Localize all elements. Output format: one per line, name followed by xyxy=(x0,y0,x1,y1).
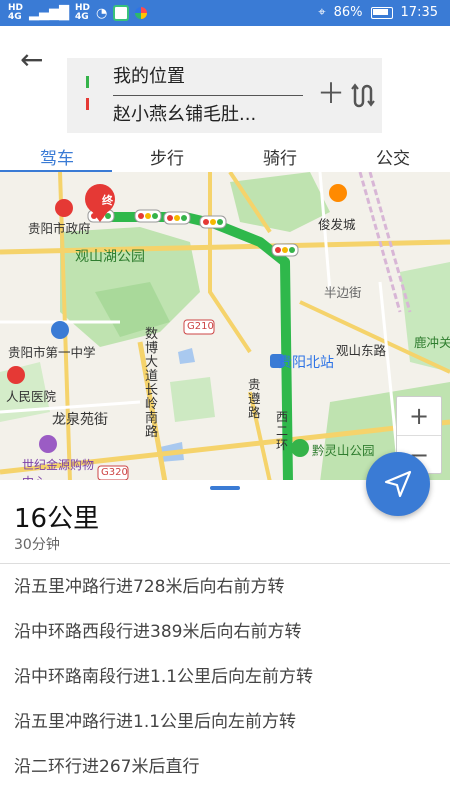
end-dot-icon xyxy=(86,98,89,110)
status-bar: HD 4G ▂▄▆█ HD 4G ◔ ⌖ 86% 17:35 xyxy=(0,0,450,26)
location-icon: ⌖ xyxy=(318,5,326,20)
tab-bike[interactable]: 骑行 xyxy=(245,144,315,169)
signal-group-1: HD 4G xyxy=(8,4,23,22)
map-label-guizun: 贵遵路 xyxy=(248,377,261,420)
route-dots xyxy=(86,76,90,116)
signal-group-2: HD 4G xyxy=(75,4,90,22)
map-label-hospital: 人民医院 xyxy=(6,389,57,404)
map-label-banbian: 半边街 xyxy=(324,285,362,300)
map-label-govt: 贵阳市政府 xyxy=(28,221,91,236)
map-label-luchongguan: 鹿冲关 xyxy=(414,335,450,350)
map-label-mall: 世纪金源购物中心 xyxy=(22,458,95,482)
app-icon-2 xyxy=(135,7,148,19)
navigation-arrow-icon xyxy=(384,470,412,498)
start-navigation-button[interactable] xyxy=(366,452,430,516)
traffic-light-icon xyxy=(163,211,191,225)
poi-government-icon xyxy=(55,199,73,217)
start-dot-icon xyxy=(86,76,89,88)
traffic-light-icon xyxy=(199,215,227,229)
back-button[interactable]: ← xyxy=(20,46,52,78)
route-duration: 30分钟 xyxy=(14,537,60,553)
route-summary-sheet: 16公里 30分钟 沿五里冲路行进728米后向右前方转 沿中环路西段行进389米… xyxy=(0,480,450,800)
map-label-longquan: 龙泉苑街 xyxy=(52,412,108,428)
battery-percent: 86% xyxy=(333,5,363,20)
map-label-end: 终 xyxy=(102,194,113,207)
route-header: ← 我的位置 赵小燕幺铺毛肚... ＋ xyxy=(0,26,450,142)
poi-hospital-icon xyxy=(7,366,25,384)
map-label-guanshan-east: 观山东路 xyxy=(336,343,387,358)
poi-school-icon xyxy=(51,321,69,339)
route-distance: 16公里 xyxy=(14,504,100,534)
traffic-light-icon xyxy=(134,209,162,223)
arrow-left-icon: ← xyxy=(20,43,44,76)
map-label-school: 贵阳市第一中学 xyxy=(8,345,96,360)
route-step[interactable]: 沿中环路南段行进1.1公里后向左前方转 xyxy=(14,662,434,707)
poi-park-icon xyxy=(291,439,309,457)
battery-icon xyxy=(370,6,393,19)
time: 17:35 xyxy=(400,5,438,20)
route-steps-list: 沿五里冲路行进728米后向右前方转 沿中环路西段行进389米后向右前方转 沿中环… xyxy=(14,572,434,797)
route-step[interactable]: 沿五里冲路行进728米后向右前方转 xyxy=(14,572,434,617)
map-label-west-ring: 西二环 xyxy=(276,410,289,452)
swap-route-button[interactable] xyxy=(349,80,375,110)
map-label-guanshanhu: 观山湖公园 xyxy=(75,249,145,265)
map-label-shubo: 数博大道长岭南路 xyxy=(145,327,159,440)
route-step[interactable]: 沿五里冲路行进1.1公里后向左前方转 xyxy=(14,707,434,752)
map-label-junfa: 俊发城 xyxy=(318,217,356,232)
poi-residential-icon xyxy=(329,184,347,202)
plus-icon: ＋ xyxy=(317,77,346,110)
field-divider xyxy=(113,95,303,96)
destination-field[interactable]: 赵小燕幺铺毛肚... xyxy=(113,100,256,126)
status-left: HD 4G ▂▄▆█ HD 4G ◔ xyxy=(8,4,148,22)
signal-icon: ▂▄▆█ xyxy=(29,5,70,21)
route-step[interactable]: 沿二环行进267米后直行 xyxy=(14,752,434,797)
route-input-box: 我的位置 赵小燕幺铺毛肚... ＋ xyxy=(67,58,382,133)
map-label-north-station: 贵阳北站 xyxy=(278,355,334,371)
sheet-drag-handle[interactable] xyxy=(210,486,240,490)
status-right: ⌖ 86% 17:35 xyxy=(318,5,438,20)
map-view[interactable]: 终 观山湖公园 贵阳市政府 贵阳市第一中学 人民医院 龙泉苑街 世纪金源购物中心… xyxy=(0,172,450,482)
tab-transit[interactable]: 公交 xyxy=(358,144,428,169)
summary-divider xyxy=(0,563,450,564)
map-label-g210: G210 xyxy=(187,321,214,332)
origin-field[interactable]: 我的位置 xyxy=(113,62,185,88)
tab-drive[interactable]: 驾车 xyxy=(22,144,92,169)
poi-mall-icon xyxy=(39,435,57,453)
tab-walk[interactable]: 步行 xyxy=(132,144,202,169)
4g-label-1: 4G xyxy=(8,12,22,22)
add-waypoint-button[interactable]: ＋ xyxy=(317,80,345,108)
traffic-light-icon xyxy=(271,243,299,257)
4g-label-2: 4G xyxy=(75,12,89,22)
route-step[interactable]: 沿中环路西段行进389米后向右前方转 xyxy=(14,617,434,662)
route-swap-icon xyxy=(351,83,375,108)
map-label-g320: G320 xyxy=(101,467,128,478)
app-icon xyxy=(113,5,130,21)
wifi-icon: ◔ xyxy=(96,5,108,21)
map-label-qianling: 黔灵山公园 xyxy=(312,443,375,458)
transport-tabs: 驾车 步行 骑行 公交 xyxy=(0,142,450,176)
zoom-in-button[interactable]: + xyxy=(397,397,441,436)
